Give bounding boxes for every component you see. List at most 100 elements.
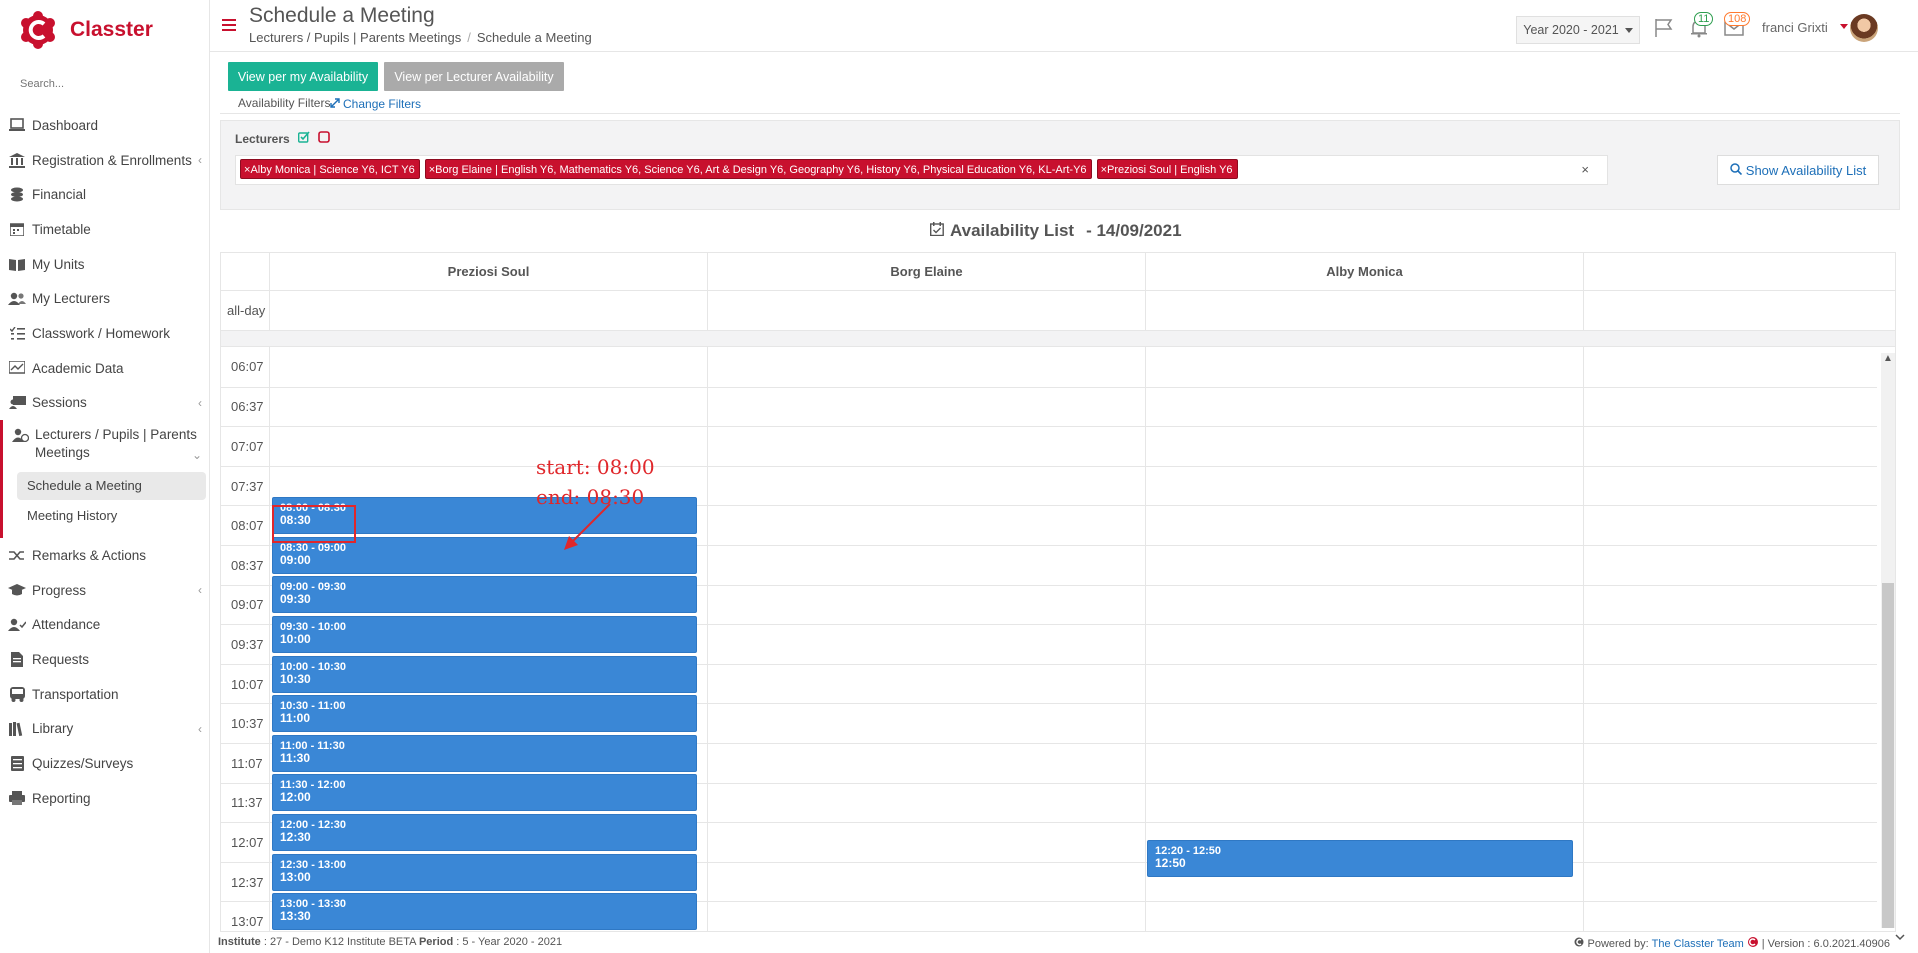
scrollbar-thumb[interactable] xyxy=(1882,583,1894,928)
slot-end-time: 13:30 xyxy=(280,909,311,924)
availability-slot[interactable]: 12:00 - 12:30 12:30 xyxy=(272,813,697,851)
calendar-check-icon xyxy=(929,221,944,241)
availability-slot[interactable]: 11:00 - 11:30 11:30 xyxy=(272,734,697,772)
sidebar-item-classwork[interactable]: Classwork / Homework xyxy=(0,316,210,351)
sidebar-item-quizzes[interactable]: Quizzes/Surveys xyxy=(0,746,210,781)
availability-slot[interactable]: 09:30 - 10:00 10:00 xyxy=(272,615,697,653)
user-name[interactable]: franci Grixti xyxy=(1762,20,1828,35)
time-label: 12:07 xyxy=(231,834,264,850)
footer-powered-by: Powered by: The Classter Team | Version … xyxy=(1574,936,1890,951)
search-icon xyxy=(1730,162,1742,178)
sidebar-item-label: Sessions xyxy=(32,395,87,411)
sidebar-item-academic-data[interactable]: Academic Data xyxy=(0,351,210,386)
sidebar-subitem-schedule-meeting[interactable]: Schedule a Meeting xyxy=(17,472,206,501)
show-availability-list-button[interactable]: Show Availability List xyxy=(1717,155,1879,185)
classter-logo-small-icon xyxy=(1747,936,1759,951)
column-divider xyxy=(1583,347,1584,931)
availability-slot[interactable]: 12:20 - 12:50 12:50 xyxy=(1147,840,1573,878)
page-title: Schedule a Meeting xyxy=(249,4,435,27)
column-divider xyxy=(707,291,708,330)
time-row[interactable]: 06:37 xyxy=(221,386,1877,427)
caret-down-icon[interactable] xyxy=(1840,24,1848,29)
view-lecturer-availability-button[interactable]: View per Lecturer Availability xyxy=(384,62,564,91)
column-header-borg-elaine: Borg Elaine xyxy=(707,253,1145,291)
view-my-availability-button[interactable]: View per my Availability xyxy=(228,62,378,91)
sidebar-subitem-meeting-history[interactable]: Meeting History xyxy=(17,502,206,530)
column-header-alby-monica: Alby Monica xyxy=(1145,253,1583,291)
logo[interactable]: Classter xyxy=(18,10,188,50)
calendar-icon xyxy=(8,220,26,238)
breadcrumb-separator: / xyxy=(467,30,471,45)
time-label: 08:07 xyxy=(231,518,264,534)
sidebar-item-my-lecturers[interactable]: My Lecturers xyxy=(0,281,210,316)
clear-selection-button[interactable]: × xyxy=(1581,162,1589,177)
sidebar-item-my-units[interactable]: My Units xyxy=(0,247,210,282)
time-label: 10:07 xyxy=(231,676,264,692)
sidebar-item-reporting[interactable]: Reporting xyxy=(0,781,210,816)
lecturers-select[interactable]: ×Alby Monica | Science Y6, ICT Y6 ×Borg … xyxy=(235,155,1608,185)
year-select-value: Year 2020 - 2021 xyxy=(1523,23,1619,37)
all-day-row: all-day xyxy=(221,291,1895,331)
classter-team-link[interactable]: The Classter Team xyxy=(1652,938,1744,950)
sidebar-item-sessions[interactable]: Sessions ‹ xyxy=(0,386,210,421)
sidebar-item-label: Dashboard xyxy=(32,117,99,133)
slot-time-range: 10:30 - 11:00 xyxy=(280,700,346,713)
sidebar-item-requests[interactable]: Requests xyxy=(0,642,210,677)
time-label: 06:37 xyxy=(231,399,264,415)
avatar[interactable] xyxy=(1850,14,1878,42)
year-select[interactable]: Year 2020 - 2021 xyxy=(1516,16,1640,44)
deselect-all-icon[interactable] xyxy=(317,131,330,146)
availability-slot[interactable]: 10:30 - 11:00 11:00 xyxy=(272,695,697,733)
availability-slot[interactable]: 08:30 - 09:00 09:00 xyxy=(272,536,697,574)
sidebar-item-library[interactable]: Library ‹ xyxy=(0,712,210,747)
availability-slot[interactable]: 10:00 - 10:30 10:30 xyxy=(272,655,697,693)
flag-icon[interactable] xyxy=(1654,18,1674,41)
sidebar-item-label: Academic Data xyxy=(32,360,124,376)
time-row[interactable]: 06:07 xyxy=(221,347,1877,387)
calendar-scrollbar[interactable]: ▲ xyxy=(1881,353,1895,928)
select-all-icon[interactable] xyxy=(297,131,310,146)
sidebar-search-input[interactable] xyxy=(18,74,188,94)
sidebar-item-remarks[interactable]: Remarks & Actions xyxy=(0,538,210,573)
user-check-icon xyxy=(8,616,26,634)
classter-small-icon xyxy=(1574,937,1584,950)
sidebar-item-dashboard[interactable]: Dashboard xyxy=(0,108,210,143)
footer-period-value: : 5 - Year 2020 - 2021 xyxy=(456,936,563,948)
footer-period-label: Period xyxy=(418,936,454,948)
availability-slot[interactable]: 12:30 - 13:00 13:00 xyxy=(272,853,697,891)
lecturer-tag[interactable]: ×Preziosi Soul | English Y6 xyxy=(1096,159,1238,179)
page-scroll-down-icon[interactable] xyxy=(1895,932,1908,952)
availability-slot[interactable]: 11:30 - 12:00 12:00 xyxy=(272,774,697,812)
sidebar-item-financial[interactable]: Financial xyxy=(0,177,210,212)
sidebar-item-transportation[interactable]: Transportation xyxy=(0,677,210,712)
lecturer-tag[interactable]: ×Alby Monica | Science Y6, ICT Y6 xyxy=(240,159,420,179)
sidebar-item-attendance[interactable]: Attendance xyxy=(0,608,210,643)
time-row[interactable]: 07:07 xyxy=(221,426,1877,466)
slot-time-range: 11:00 - 11:30 xyxy=(280,739,345,752)
calendar-time-grid: 06:07 06:37 07:07 07:37 08:07 08:37 09:07 09:37… xyxy=(221,347,1895,931)
breadcrumb-item[interactable]: Lecturers / Pupils | Parents Meetings xyxy=(249,30,461,45)
sidebar-item-progress[interactable]: Progress ‹ xyxy=(0,573,210,608)
slot-end-time: 11:00 xyxy=(280,711,311,726)
hamburger-menu-icon[interactable] xyxy=(222,19,236,33)
slot-end-time: 11:30 xyxy=(280,750,311,765)
sidebar-item-timetable[interactable]: Timetable xyxy=(0,212,210,247)
availability-slot[interactable]: 13:00 - 13:30 13:30 xyxy=(272,893,697,931)
footer-institute-label: Institute xyxy=(218,936,261,948)
availability-slot[interactable]: 09:00 - 09:30 09:30 xyxy=(272,576,697,614)
annotation-start: start: 08:00 xyxy=(536,455,655,479)
sidebar: Classter Dashboard Registration & Enroll… xyxy=(0,0,210,953)
sidebar-item-meetings[interactable]: Lecturers / Pupils | Parents Meetings ⌄ xyxy=(0,420,210,467)
classter-logo-icon xyxy=(18,10,58,50)
column-divider xyxy=(269,291,270,330)
sidebar-item-registration[interactable]: Registration & Enrollments ‹ xyxy=(0,143,210,178)
change-filters-link[interactable]: Change Filters xyxy=(330,97,421,111)
slot-end-time: 12:00 xyxy=(280,790,311,805)
laptop-icon xyxy=(8,116,26,134)
lecturer-tag[interactable]: ×Borg Elaine | English Y6, Mathematics Y… xyxy=(424,159,1092,179)
chevron-left-icon: ‹ xyxy=(198,582,202,597)
scroll-up-icon[interactable]: ▲ xyxy=(1883,353,1893,364)
coins-icon xyxy=(8,186,26,204)
time-label: 11:37 xyxy=(231,795,263,811)
breadcrumb: Lecturers / Pupils | Parents Meetings / Sc… xyxy=(249,30,592,45)
